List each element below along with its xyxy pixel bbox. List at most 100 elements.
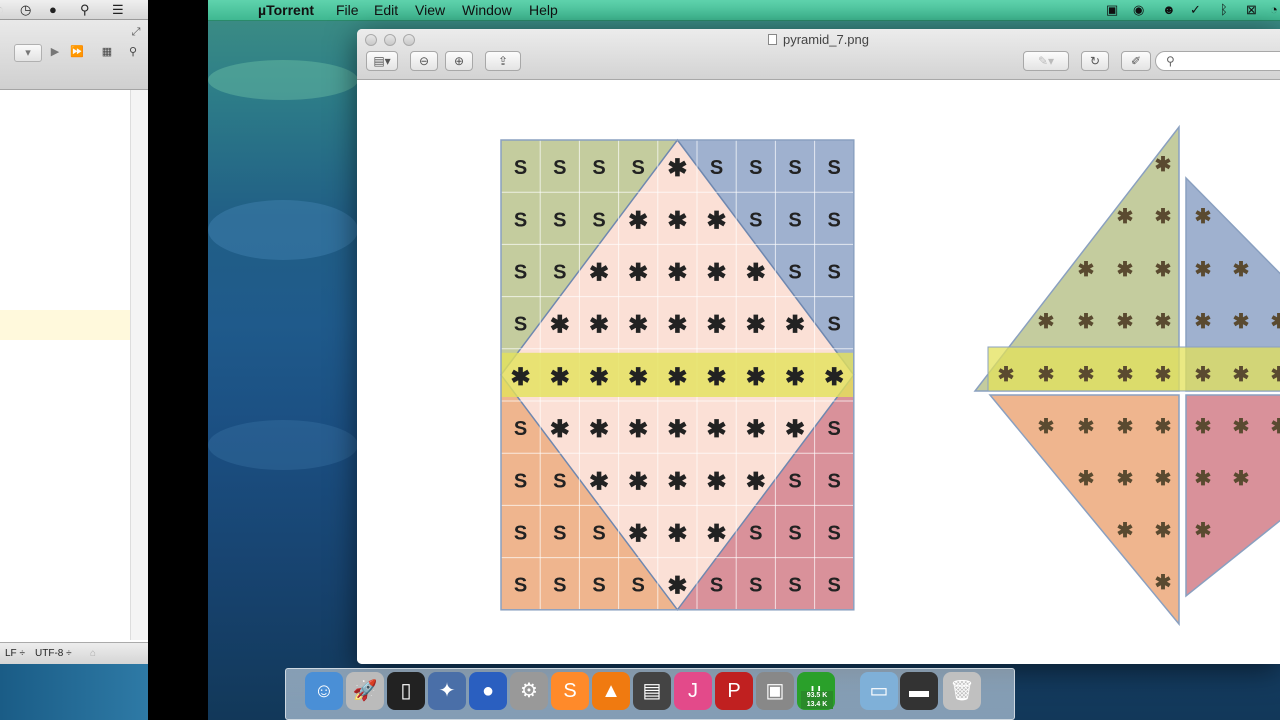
photo-preview-icon[interactable]: ▣ — [756, 672, 794, 710]
clapperboard-icon[interactable]: ▤ — [633, 672, 671, 710]
cell-s: S — [553, 262, 566, 284]
document-icon — [768, 34, 777, 45]
cell-star: ✱ — [667, 416, 687, 443]
cell-star: ✱ — [589, 260, 609, 287]
shape-star: ✱ — [1117, 259, 1134, 281]
cell-s: S — [514, 470, 527, 492]
wave-highlight — [208, 200, 358, 260]
cell-star: ✱ — [707, 521, 727, 548]
search-icon: ⚲ — [1166, 54, 1175, 68]
sidebar-toggle-button[interactable]: ▤▾ — [366, 51, 398, 71]
cell-s: S — [788, 523, 801, 545]
search-icon[interactable]: ⚲ — [124, 44, 142, 62]
terminal-icon[interactable]: ▯ — [387, 672, 425, 710]
cell-s: S — [553, 575, 566, 597]
shape-star: ✱ — [1155, 154, 1172, 176]
cell-star: ✱ — [589, 468, 609, 495]
app-icon[interactable]: ◐ — [0, 2, 4, 17]
checkmark-brush-icon[interactable]: ✓ — [1190, 2, 1201, 18]
zoom-out-button[interactable]: ⊖ — [410, 51, 438, 71]
box-x-icon[interactable]: ⊠ — [1246, 2, 1257, 18]
user-icon[interactable]: ● — [49, 2, 57, 17]
menu-help[interactable]: Help — [529, 2, 558, 18]
cell-star: ✱ — [707, 312, 727, 339]
dropdown-button[interactable]: ▾ — [14, 44, 42, 62]
menu-app-name[interactable]: µTorrent — [258, 2, 314, 18]
current-line-highlight — [0, 310, 130, 340]
jetbrains-icon[interactable]: J — [674, 672, 712, 710]
rocket-launchpad-icon[interactable]: 🚀 — [346, 672, 384, 710]
shape-star: ✱ — [1155, 206, 1172, 228]
rotate-button[interactable]: ↻ — [1081, 51, 1109, 71]
editor-statusbar: LF ÷ UTF-8 ÷ ⌂ — [0, 642, 148, 664]
clock-icon[interactable]: ◷ — [20, 2, 31, 18]
menu-edit[interactable]: Edit — [374, 2, 398, 18]
camera-icon[interactable]: ◉ — [1133, 2, 1144, 18]
list-icon[interactable]: ☰ — [112, 2, 124, 18]
share-button[interactable]: ⇪ — [485, 51, 521, 71]
cell-s: S — [592, 523, 605, 545]
cell-s: S — [710, 575, 723, 597]
alien-icon[interactable]: ☻ — [1162, 2, 1176, 17]
encoding-select[interactable]: UTF-8 ÷ — [35, 648, 72, 659]
finder-icon[interactable]: ☺ — [305, 672, 343, 710]
trash-icon[interactable]: 🗑 — [943, 672, 981, 710]
menu-view[interactable]: View — [415, 2, 445, 18]
eagle-app-icon[interactable]: ✦ — [428, 672, 466, 710]
left-menubar: ◐ ◷ ● ⚲ ☰ — [0, 0, 148, 20]
cell-s: S — [592, 157, 605, 179]
window-titlebar: pyramid_7.png ▤▾ ⊖ ⊕ ⇪ ✎▾ ↻ ✐ ⚲ — [357, 29, 1280, 80]
search-input[interactable]: ⚲ — [1155, 51, 1280, 71]
line-ending-select[interactable]: LF ÷ — [5, 648, 25, 659]
shape-star: ✱ — [1078, 364, 1095, 386]
cell-star: ✱ — [824, 364, 844, 391]
menu-file[interactable]: File — [336, 2, 359, 18]
cell-star: ✱ — [746, 468, 766, 495]
menu-window[interactable]: Window — [462, 2, 512, 18]
sublime-text-icon[interactable]: S — [551, 672, 589, 710]
shape-star: ✱ — [1117, 311, 1134, 333]
wave-highlight — [208, 60, 358, 100]
cell-s: S — [749, 575, 762, 597]
globe-icon[interactable]: ● — [469, 672, 507, 710]
edit-toolbar-button[interactable]: ✐ — [1121, 51, 1151, 71]
play-icon[interactable]: ▶ — [46, 44, 64, 62]
cell-star: ✱ — [550, 364, 570, 391]
shape-star: ✱ — [1233, 311, 1250, 333]
wifi-icon[interactable]: ◔ — [1270, 2, 1278, 17]
shape-star: ✱ — [1078, 416, 1095, 438]
record-icon[interactable]: ⏩ — [68, 44, 86, 62]
expand-icon[interactable]: ⤢ — [128, 24, 144, 42]
cell-star: ✱ — [550, 416, 570, 443]
screen-record-icon[interactable]: ▣ — [1106, 2, 1118, 18]
bluetooth-icon[interactable]: ᛒ — [1220, 2, 1228, 17]
cell-s: S — [553, 523, 566, 545]
cell-star: ✱ — [707, 364, 727, 391]
cell-s: S — [553, 209, 566, 231]
folder-icon[interactable]: ▭ — [860, 672, 898, 710]
cell-s: S — [828, 262, 841, 284]
desktop-folder-icon[interactable]: ▬ — [900, 672, 938, 710]
cell-s: S — [514, 523, 527, 545]
zoom-in-button[interactable]: ⊕ — [445, 51, 473, 71]
cell-s: S — [788, 262, 801, 284]
editor-content[interactable] — [0, 90, 130, 640]
cell-s: S — [514, 418, 527, 440]
shape-star: ✱ — [1271, 416, 1280, 438]
lock-icon[interactable]: ⌂ — [90, 648, 96, 659]
pen-p-icon[interactable]: P — [715, 672, 753, 710]
cell-star: ✱ — [589, 364, 609, 391]
cell-s: S — [828, 523, 841, 545]
image-canvas[interactable]: S S S S ✱ S S S S S S S ✱ ✱ ✱ S S S S S ✱ ✱ ✱ ✱ ✱ S S S ✱ ✱ ✱ ✱ ✱ ✱ ✱ S ✱ ✱ ✱ ✱… — [357, 81, 1280, 664]
cell-star: ✱ — [550, 312, 570, 339]
grid-icon[interactable]: ▦ — [98, 44, 116, 62]
markup-pen-button[interactable]: ✎▾ — [1023, 51, 1069, 71]
system-prefs-gear-icon[interactable]: ⚙ — [510, 672, 548, 710]
cell-s: S — [632, 575, 645, 597]
editor-scrollbar[interactable] — [130, 90, 148, 640]
cell-s: S — [788, 470, 801, 492]
cell-star: ✱ — [667, 312, 687, 339]
vlc-cone-icon[interactable]: ▲ — [592, 672, 630, 710]
search-icon[interactable]: ⚲ — [80, 2, 90, 18]
cell-star: ✱ — [667, 364, 687, 391]
